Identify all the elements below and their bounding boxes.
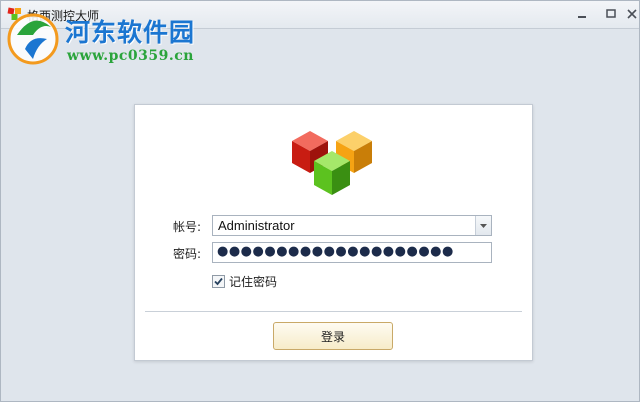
minimize-button[interactable] [573, 6, 591, 22]
three-cubes-logo-icon [292, 131, 372, 195]
watermark-site-name: 河东软件园 [65, 18, 196, 47]
account-value[interactable]: Administrator [218, 218, 295, 233]
login-button[interactable]: 登录 [273, 322, 393, 350]
account-label: 帐号: [172, 220, 201, 234]
remember-password-checkbox[interactable] [212, 274, 225, 288]
remember-password-label[interactable]: 记住密码 [229, 273, 277, 290]
watermark: 河东软件园 www.pc0359.cn [3, 5, 243, 71]
password-value[interactable]: ●●●●●●●●●●●●●●●●●●●● [217, 244, 454, 259]
close-icon [627, 9, 637, 19]
divider [145, 311, 522, 312]
checkmark-icon [214, 277, 223, 285]
close-button[interactable] [623, 6, 640, 22]
app-window: 格西测控大师 河东软件园 www.pc0359.cn 帐号: Administr… [0, 0, 640, 402]
maximize-icon [606, 9, 616, 18]
login-panel: 帐号: Administrator 密码: ●●●●●●●●●●●●●●●●●●… [134, 104, 533, 361]
remember-password[interactable]: 记住密码 [212, 273, 277, 289]
account-combobox[interactable]: Administrator [212, 215, 492, 236]
minimize-icon [578, 16, 586, 18]
chevron-down-icon [480, 223, 487, 228]
maximize-button[interactable] [602, 6, 620, 22]
account-dropdown-button[interactable] [475, 216, 491, 235]
password-label: 密码: [172, 247, 201, 261]
watermark-url: www.pc0359.cn [67, 48, 194, 64]
watermark-logo-icon [7, 13, 59, 65]
password-field[interactable]: ●●●●●●●●●●●●●●●●●●●● [212, 242, 492, 263]
